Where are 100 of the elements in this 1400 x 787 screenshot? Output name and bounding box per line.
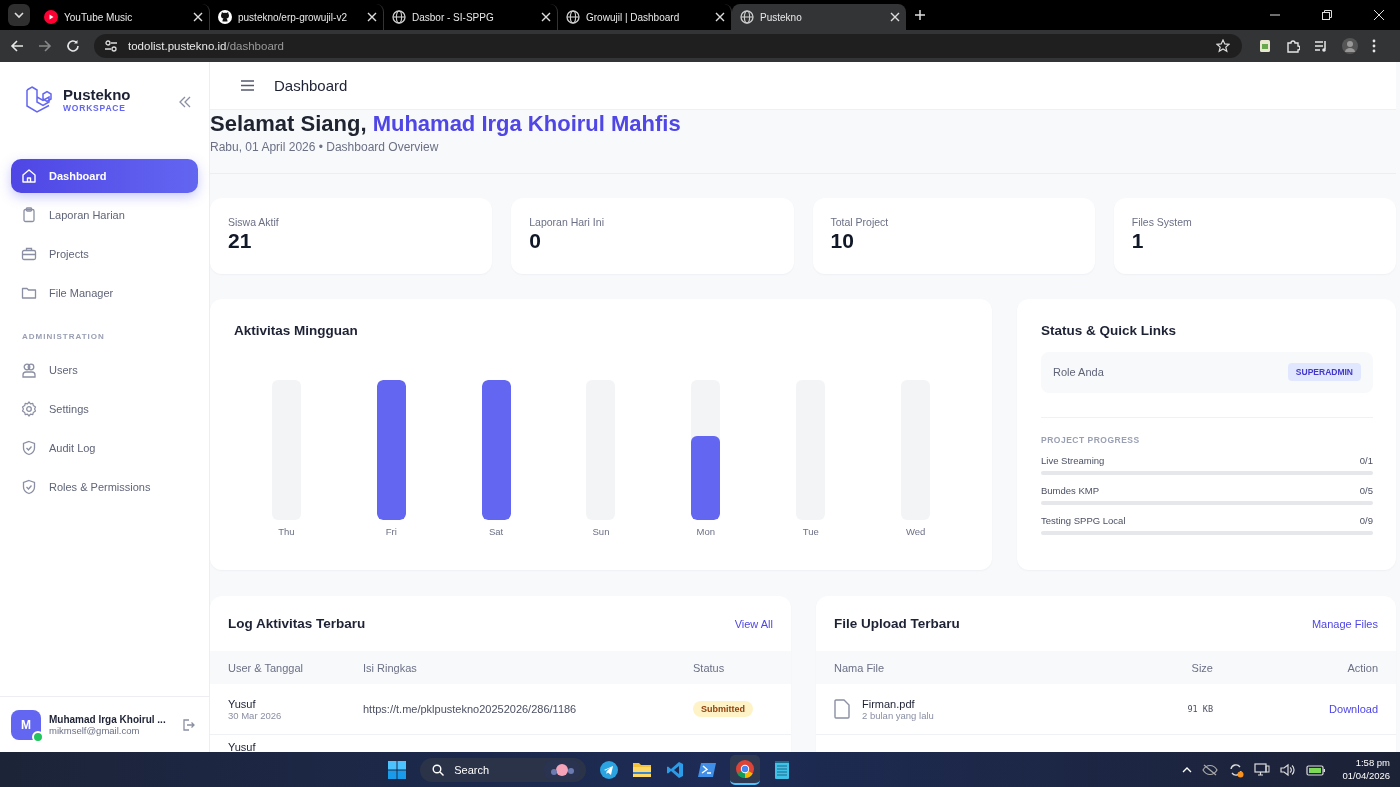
brand-name: Pustekno [63,85,131,103]
globe-icon [740,10,754,24]
stat-value: 1 [1131,229,1145,253]
file-name: Firman.pdf [862,697,916,710]
stat-label: Laporan Hari Ini [529,216,605,228]
section-label: PROJECT PROGRESS [1041,417,1373,445]
greeting-subtitle: Rabu, 01 April 2026 • Dashboard Overview [210,140,440,154]
column-header: Isi Ringkas [363,661,418,674]
address-bar[interactable]: todolist.pustekno.id/dashboard [94,34,1242,58]
clock-time[interactable]: 1:58 pm [1355,757,1390,770]
tab-list-icon[interactable] [8,4,30,26]
close-icon[interactable] [193,12,203,22]
stat-value: 21 [228,229,253,253]
telegram-icon[interactable] [600,760,619,779]
file-icon [834,699,850,719]
view-all-link[interactable]: View All [734,617,773,630]
logo-icon [25,85,53,113]
new-tab-icon[interactable] [914,9,926,21]
nav-item[interactable]: Projects [11,237,198,271]
user-name: Yusuf [228,697,257,710]
close-icon[interactable] [1374,10,1384,20]
day-label: Tue [802,526,819,537]
puzzle-icon[interactable] [1286,39,1300,53]
search-icon [432,763,445,776]
reload-icon[interactable] [66,39,80,53]
battery-icon[interactable] [1306,763,1327,776]
globe-icon [392,10,406,24]
youtube-icon [44,10,58,24]
card-title: Log Aktivitas Terbaru [228,616,366,631]
media-icon[interactable] [1314,39,1328,53]
eye-off-icon[interactable] [1202,763,1219,776]
logout-icon[interactable] [181,717,195,732]
column-header: User & Tanggal [228,661,304,674]
day-label: Wed [905,526,926,537]
shield-icon [21,479,37,495]
clock-date[interactable]: 01/04/2026 [1342,769,1390,782]
file-time: 2 bulan yang lalu [862,709,934,721]
column-header: Size [1191,661,1213,674]
chevron-up-icon[interactable] [1182,766,1193,773]
card-title: Aktivitas Mingguan [234,323,359,338]
search-highlight-icon [544,759,581,780]
code-editor-icon[interactable] [666,760,685,779]
browser-tab[interactable]: Pustekno [732,4,906,30]
day-label: Sun [592,526,610,537]
nav-item[interactable]: Laporan Harian [11,198,198,232]
day-label: Sat [489,526,504,537]
shield-icon [21,440,37,456]
search-field[interactable]: Search [420,757,587,782]
star-icon[interactable] [1216,39,1230,53]
nav-item[interactable]: Settings [11,392,198,426]
nav-item[interactable]: Dashboard [11,159,198,193]
greeting-title: Selamat Siang, Muhamad Irga Khoirul Mahfis [210,111,682,137]
folder-icon [21,285,37,301]
close-icon[interactable] [541,12,551,22]
users-icon [21,362,37,378]
terminal-icon[interactable] [698,761,717,778]
project-name: Testing SPPG Local [1041,515,1126,526]
settings-icon [21,401,37,417]
nav-item[interactable]: Roles & Permissions [11,470,198,504]
windows-icon[interactable] [388,760,407,779]
profile-icon[interactable] [1342,38,1358,54]
collapse-icon[interactable] [179,96,191,108]
user-avatar: M [11,709,41,740]
taskbar-app-button[interactable] [730,754,761,785]
url-text: todolist.pustekno.id/dashboard [128,40,284,52]
site-info-icon[interactable] [104,39,118,53]
file-size: 91 KB [1187,704,1213,714]
manage-files-link[interactable]: Manage Files [1311,617,1378,630]
forward-icon[interactable] [38,39,52,53]
project-count: 0/5 [1359,485,1373,496]
close-icon[interactable] [367,12,377,22]
more-icon[interactable] [1372,39,1376,53]
nav-item[interactable]: File Manager [11,276,198,310]
section-label: ADMINISTRATION [21,331,106,343]
card-title: Status & Quick Links [1041,323,1178,338]
menu-icon[interactable] [241,80,254,91]
download-link[interactable]: Download [1329,703,1378,715]
day-label: Mon [696,526,716,537]
back-icon[interactable] [10,39,24,53]
notepad-icon[interactable] [774,759,791,780]
restore-icon[interactable] [1322,10,1332,20]
speaker-icon[interactable] [1280,762,1297,777]
stat-label: Siswa Aktif [228,216,280,228]
folder-icon[interactable] [632,760,653,779]
close-icon[interactable] [715,12,725,22]
briefcase-icon [21,246,37,262]
day-label: Fri [385,526,397,537]
extension-icon[interactable] [1258,39,1272,53]
role-label: Role Anda [1053,366,1104,378]
home-icon [21,168,37,184]
sync-icon[interactable] [1228,761,1245,778]
project-name: Bumdes KMP [1041,485,1100,496]
page-title: Dashboard [274,77,348,94]
log-summary: https://t.me/pklpustekno20252026/286/1186 [363,703,578,715]
network-icon[interactable] [1254,762,1271,777]
project-count: 0/9 [1359,515,1373,526]
nav-item[interactable]: Audit Log [11,431,198,465]
stat-label: Files System [1131,216,1193,228]
close-icon[interactable] [890,12,900,22]
nav-item[interactable]: Users [11,353,198,387]
